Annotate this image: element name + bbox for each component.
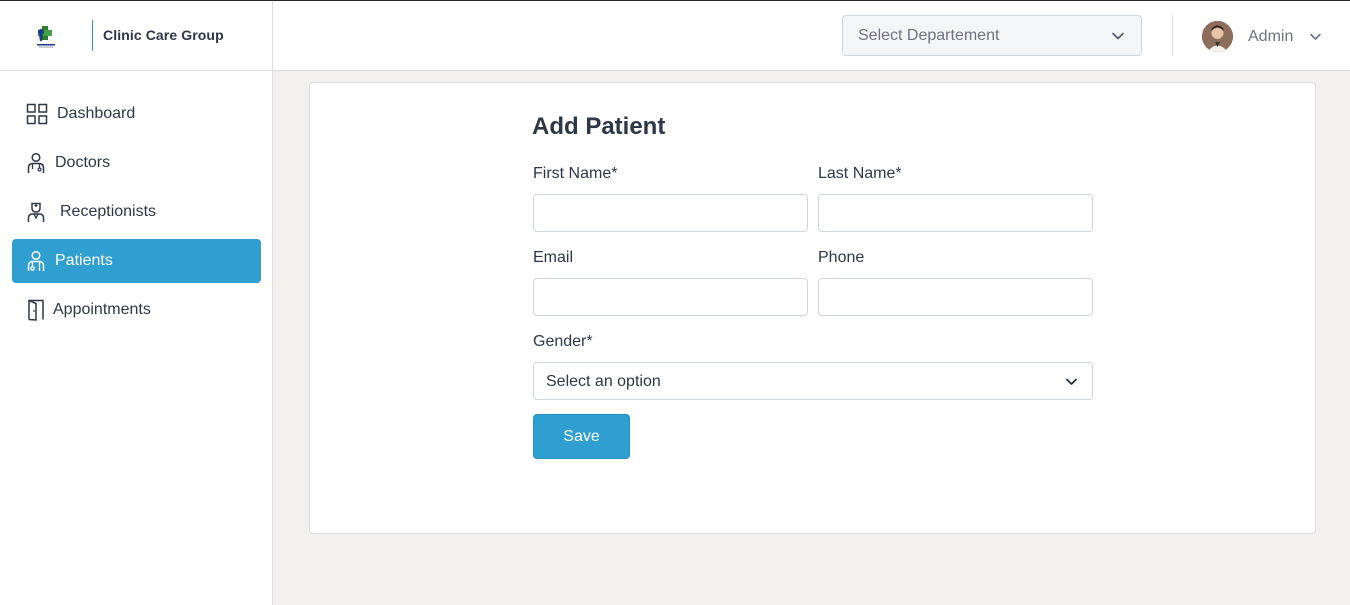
last-name-field[interactable]	[818, 194, 1093, 232]
user-name[interactable]: Admin	[1248, 28, 1293, 46]
brand-name: Clinic Care Group	[103, 27, 224, 43]
sidebar-item-doctors[interactable]: Doctors	[12, 141, 261, 185]
sidebar: Dashboard Doctors Receptionists Patients	[0, 71, 273, 605]
department-select[interactable]: Select Departement	[842, 15, 1142, 56]
email-field[interactable]	[533, 278, 808, 316]
patient-icon	[27, 250, 45, 271]
department-select-value: Select Departement	[858, 26, 1000, 44]
sidebar-item-receptionists[interactable]: Receptionists	[12, 190, 261, 234]
brand-area[interactable]: Clinic Care Group	[0, 1, 273, 71]
phone-label: Phone	[818, 249, 865, 266]
first-name-field[interactable]	[533, 194, 808, 232]
first-name-label: First Name*	[533, 165, 618, 182]
doctor-icon	[27, 152, 45, 173]
phone-field[interactable]	[818, 278, 1093, 316]
sidebar-item-label: Patients	[55, 252, 113, 269]
gender-label: Gender*	[533, 333, 593, 350]
gender-select[interactable]: Select an option	[533, 362, 1093, 400]
chevron-down-icon	[1112, 32, 1124, 40]
form-card	[309, 82, 1316, 534]
dashboard-grid-icon	[26, 103, 48, 125]
clinic-logo	[37, 26, 55, 48]
header-divider	[1172, 15, 1173, 56]
brand-divider	[92, 20, 93, 51]
last-name-label: Last Name*	[818, 165, 902, 182]
top-bar: Clinic Care Group Select Departement Adm…	[0, 1, 1350, 71]
sidebar-item-label: Dashboard	[57, 105, 136, 122]
sidebar-item-label: Receptionists	[60, 203, 157, 220]
gender-select-value: Select an option	[546, 373, 661, 390]
avatar-image	[1202, 21, 1233, 52]
user-menu-chevron-icon[interactable]	[1309, 30, 1322, 43]
door-icon	[28, 299, 44, 321]
avatar[interactable]	[1202, 21, 1233, 52]
email-label: Email	[533, 249, 574, 266]
save-button[interactable]: Save	[533, 414, 630, 459]
page-title: Add Patient	[532, 113, 666, 140]
sidebar-item-patients[interactable]: Patients	[12, 239, 261, 283]
receptionist-icon	[27, 202, 45, 222]
sidebar-item-dashboard[interactable]: Dashboard	[12, 92, 261, 136]
sidebar-item-label: Doctors	[55, 154, 111, 171]
sidebar-item-appointments[interactable]: Appointments	[12, 288, 261, 332]
chevron-down-icon	[1066, 378, 1077, 385]
sidebar-item-label: Appointments	[53, 301, 151, 318]
